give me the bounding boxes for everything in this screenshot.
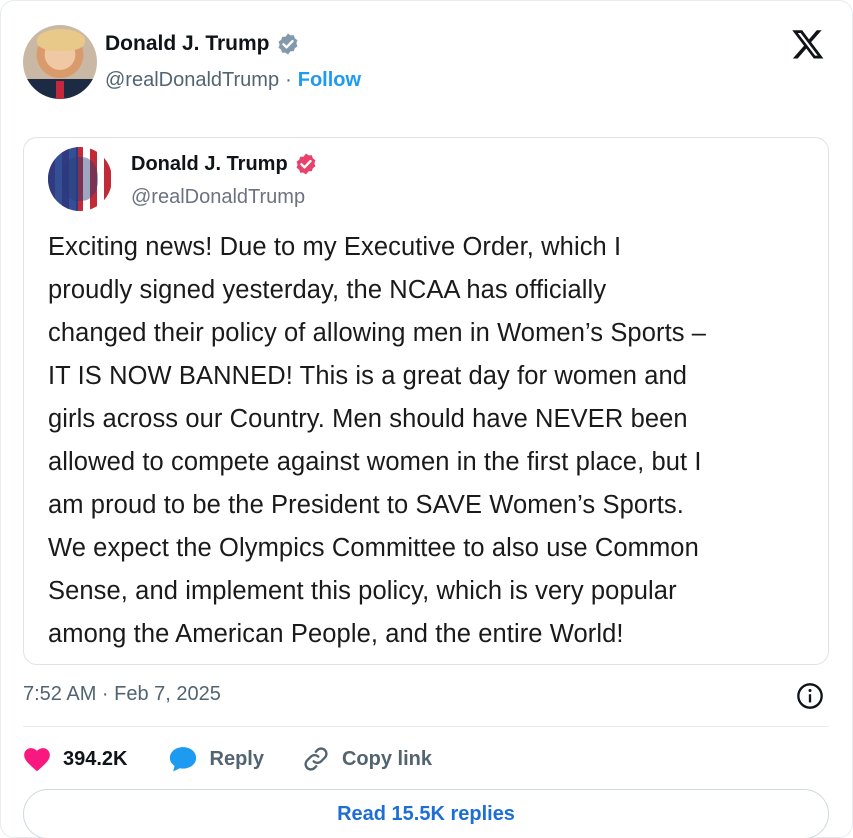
quoted-post-text: Exciting news! Due to my Executive Order… bbox=[48, 226, 818, 656]
reply-button[interactable]: Reply bbox=[168, 745, 264, 773]
heart-icon bbox=[24, 748, 50, 772]
quoted-author-handle[interactable]: @realDonaldTrump bbox=[131, 186, 305, 209]
post-text-line: Sense, and implement this policy, which … bbox=[48, 577, 677, 605]
reply-label: Reply bbox=[209, 747, 264, 770]
quoted-author-avatar[interactable] bbox=[48, 147, 112, 211]
avatar-face bbox=[62, 157, 98, 201]
post-text-line: Exciting news! Due to my Executive Order… bbox=[48, 233, 622, 261]
truth-verified-badge-icon bbox=[296, 153, 316, 175]
author-name[interactable]: Donald J. Trump bbox=[105, 32, 270, 56]
post-text-line: IT IS NOW BANNED! This is a great day fo… bbox=[48, 362, 688, 390]
quoted-name-row: Donald J. Trump bbox=[131, 152, 318, 176]
like-count: 394.2K bbox=[63, 747, 128, 770]
divider bbox=[23, 726, 829, 727]
avatar-hair bbox=[37, 29, 85, 51]
like-button[interactable]: 394.2K bbox=[23, 746, 128, 772]
author-name-row: Donald J. Trump bbox=[105, 32, 300, 56]
author-handle[interactable]: @realDonaldTrump bbox=[105, 69, 279, 92]
post-text-line: am proud to be the President to SAVE Wom… bbox=[48, 491, 684, 519]
follow-link[interactable]: Follow bbox=[298, 69, 361, 92]
verified-badge-icon bbox=[278, 33, 297, 55]
copy-link-button[interactable]: Copy link bbox=[302, 745, 432, 773]
avatar-tie bbox=[56, 81, 64, 99]
post-text-line: allowed to compete against women in the … bbox=[48, 448, 702, 476]
post-text-line: girls across our Country. Men should hav… bbox=[48, 405, 688, 433]
author-avatar[interactable] bbox=[23, 25, 97, 99]
tweet-card: Donald J. Trump @realDonaldTrump · Follo… bbox=[0, 0, 853, 838]
post-timestamp[interactable]: 7:52 AM · Feb 7, 2025 bbox=[23, 683, 221, 706]
author-handle-row: @realDonaldTrump · Follow bbox=[105, 69, 361, 92]
action-bar: 394.2K Reply Copy link bbox=[23, 741, 432, 777]
post-text-line: We expect the Olympics Committee to also… bbox=[48, 534, 699, 562]
post-text-line: among the American People, and the entir… bbox=[48, 620, 624, 648]
handle-separator: · bbox=[285, 69, 292, 91]
copy-link-label: Copy link bbox=[341, 747, 432, 770]
x-logo-icon[interactable] bbox=[790, 27, 826, 61]
quoted-author-name[interactable]: Donald J. Trump bbox=[131, 153, 288, 176]
quoted-truth-card[interactable]: Donald J. Trump @realDonaldTrump Excitin… bbox=[23, 137, 829, 665]
post-text-line: proudly signed yesterday, the NCAA has o… bbox=[48, 276, 607, 304]
link-icon bbox=[304, 747, 328, 771]
info-icon[interactable] bbox=[796, 682, 824, 710]
read-replies-button[interactable]: Read 15.5K replies bbox=[23, 789, 829, 838]
post-text-line: changed their policy of allowing men in … bbox=[48, 319, 707, 347]
speech-bubble-icon bbox=[169, 747, 196, 772]
